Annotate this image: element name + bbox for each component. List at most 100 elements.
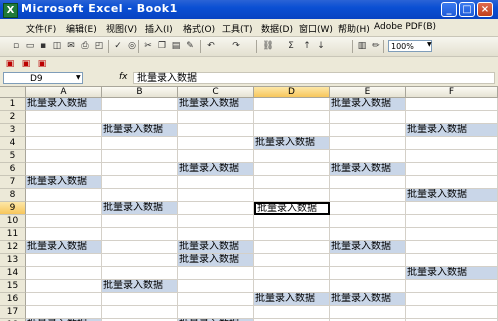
research-icon[interactable]: ◎	[126, 40, 138, 52]
pdf-email-icon[interactable]: ▣	[20, 58, 32, 70]
cell-d10[interactable]	[254, 215, 330, 228]
cell-f13[interactable]	[406, 254, 498, 267]
cell-a17[interactable]	[26, 306, 102, 319]
cell-f11[interactable]	[406, 228, 498, 241]
cell-a8[interactable]	[26, 189, 102, 202]
cell-a4[interactable]	[26, 137, 102, 150]
cell-e12[interactable]: 批量录入数据	[330, 241, 406, 254]
cell-d5[interactable]	[254, 150, 330, 163]
name-box[interactable]: D9	[3, 72, 83, 84]
cell-e16[interactable]: 批量录入数据	[330, 293, 406, 306]
cell-d13[interactable]	[254, 254, 330, 267]
cell-f16[interactable]	[406, 293, 498, 306]
menu-item-7[interactable]: 窗口(W)	[299, 22, 333, 35]
cell-b9[interactable]: 批量录入数据	[102, 202, 178, 215]
drawing-icon[interactable]: ✏	[370, 40, 382, 52]
cell-c10[interactable]	[178, 215, 254, 228]
cell-b7[interactable]	[102, 176, 178, 189]
select-all-button[interactable]	[0, 87, 26, 98]
column-header-d[interactable]: D	[254, 87, 330, 98]
pdf-convert-icon[interactable]: ▣	[4, 58, 16, 70]
formula-input[interactable]: 批量录入数据	[133, 72, 495, 84]
row-header-2[interactable]: 2	[0, 111, 26, 124]
cell-d3[interactable]	[254, 124, 330, 137]
cell-a2[interactable]	[26, 111, 102, 124]
cell-f7[interactable]	[406, 176, 498, 189]
cell-c5[interactable]	[178, 150, 254, 163]
row-header-16[interactable]: 16	[0, 293, 26, 306]
cell-a13[interactable]	[26, 254, 102, 267]
column-header-e[interactable]: E	[330, 87, 406, 98]
cell-a6[interactable]	[26, 163, 102, 176]
cell-c9[interactable]	[178, 202, 254, 215]
cell-b17[interactable]	[102, 306, 178, 319]
cell-c2[interactable]	[178, 111, 254, 124]
row-header-9[interactable]: 9	[0, 202, 26, 215]
cell-d15[interactable]	[254, 280, 330, 293]
cell-b16[interactable]	[102, 293, 178, 306]
cell-c13[interactable]: 批量录入数据	[178, 254, 254, 267]
undo-icon[interactable]: ↶	[205, 40, 217, 52]
cell-a11[interactable]	[26, 228, 102, 241]
cell-b14[interactable]	[102, 267, 178, 280]
cell-c15[interactable]	[178, 280, 254, 293]
excel-icon[interactable]: X	[3, 3, 18, 18]
function-icon[interactable]: fx	[119, 72, 128, 82]
redo-icon[interactable]: ↷	[230, 40, 242, 52]
cell-e7[interactable]	[330, 176, 406, 189]
cell-b15[interactable]: 批量录入数据	[102, 280, 178, 293]
menu-item-5[interactable]: 工具(T)	[222, 22, 253, 35]
cell-a12[interactable]: 批量录入数据	[26, 241, 102, 254]
format-painter-icon[interactable]: ✎	[184, 40, 196, 52]
row-header-17[interactable]: 17	[0, 306, 26, 319]
column-header-a[interactable]: A	[26, 87, 102, 98]
cell-f4[interactable]	[406, 137, 498, 150]
cell-c3[interactable]	[178, 124, 254, 137]
row-header-4[interactable]: 4	[0, 137, 26, 150]
column-header-f[interactable]: F	[406, 87, 498, 98]
cell-e8[interactable]	[330, 189, 406, 202]
row-header-11[interactable]: 11	[0, 228, 26, 241]
cell-f9[interactable]	[406, 202, 498, 215]
cell-a5[interactable]	[26, 150, 102, 163]
cell-f1[interactable]	[406, 98, 498, 111]
row-header-3[interactable]: 3	[0, 124, 26, 137]
cell-e2[interactable]	[330, 111, 406, 124]
cell-a10[interactable]	[26, 215, 102, 228]
cell-b13[interactable]	[102, 254, 178, 267]
chevron-down-icon[interactable]: ▼	[76, 74, 81, 81]
cell-d1[interactable]	[254, 98, 330, 111]
cell-e14[interactable]	[330, 267, 406, 280]
menu-item-9[interactable]: Adobe PDF(B)	[374, 22, 436, 32]
column-header-b[interactable]: B	[102, 87, 178, 98]
save-icon[interactable]: ▪	[37, 40, 49, 52]
cell-f12[interactable]	[406, 241, 498, 254]
row-header-6[interactable]: 6	[0, 163, 26, 176]
open-icon[interactable]: ▭	[24, 40, 36, 52]
cell-e15[interactable]	[330, 280, 406, 293]
cell-e5[interactable]	[330, 150, 406, 163]
chart-icon[interactable]: ▥	[356, 40, 368, 52]
cell-b1[interactable]	[102, 98, 178, 111]
cell-d14[interactable]	[254, 267, 330, 280]
cell-b5[interactable]	[102, 150, 178, 163]
pdf-review-icon[interactable]: ▣	[36, 58, 48, 70]
cell-c17[interactable]	[178, 306, 254, 319]
cell-a3[interactable]	[26, 124, 102, 137]
cell-f3[interactable]: 批量录入数据	[406, 124, 498, 137]
cell-f6[interactable]	[406, 163, 498, 176]
menu-item-6[interactable]: 数据(D)	[261, 22, 293, 35]
email-icon[interactable]: ✉	[65, 40, 77, 52]
row-header-1[interactable]: 1	[0, 98, 26, 111]
cell-b3[interactable]: 批量录入数据	[102, 124, 178, 137]
print-icon[interactable]: ⎙	[79, 40, 91, 52]
cell-c12[interactable]: 批量录入数据	[178, 241, 254, 254]
cell-d11[interactable]	[254, 228, 330, 241]
cell-f14[interactable]: 批量录入数据	[406, 267, 498, 280]
cell-d7[interactable]	[254, 176, 330, 189]
cell-a1[interactable]: 批量录入数据	[26, 98, 102, 111]
cell-f17[interactable]	[406, 306, 498, 319]
cell-b8[interactable]	[102, 189, 178, 202]
cell-d12[interactable]	[254, 241, 330, 254]
menu-item-8[interactable]: 帮助(H)	[338, 22, 370, 35]
